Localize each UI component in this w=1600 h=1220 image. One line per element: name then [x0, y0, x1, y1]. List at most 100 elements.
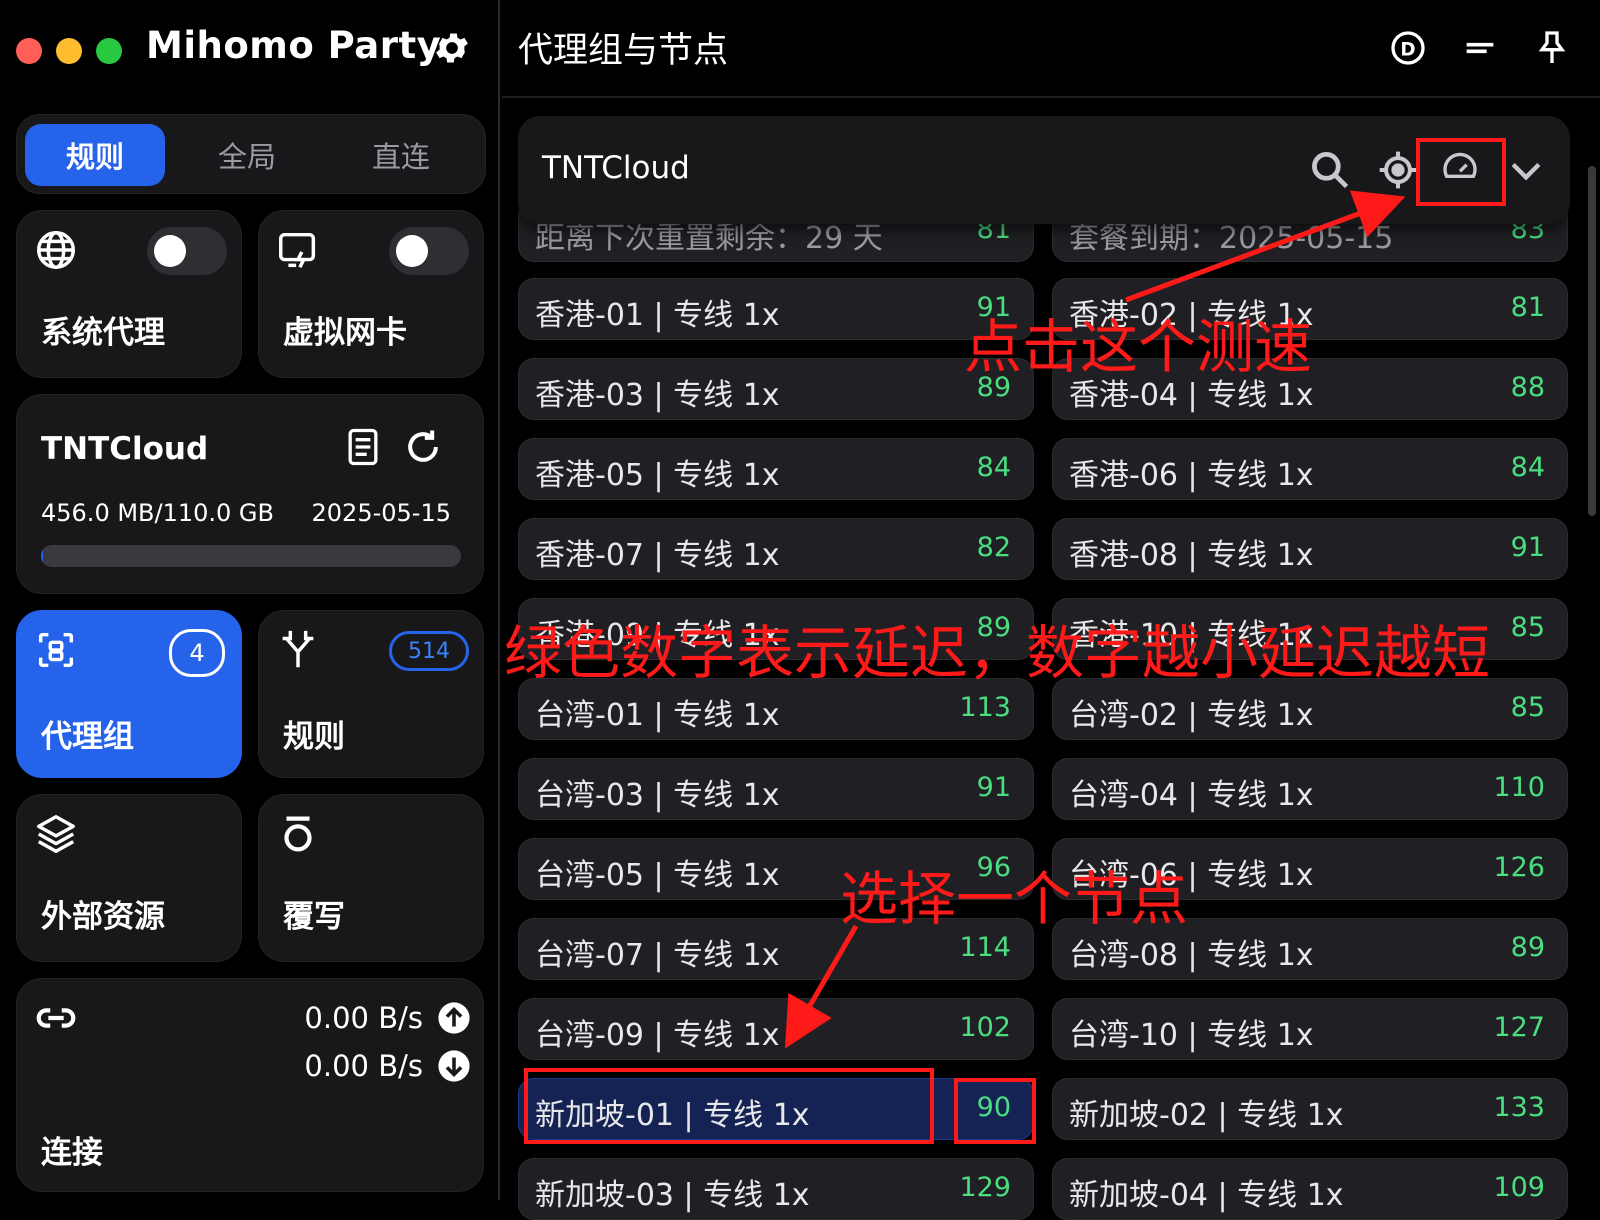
locate-icon[interactable] — [1376, 148, 1420, 192]
proxy-node[interactable]: 香港-03 | 专线 1x 89 — [518, 358, 1034, 420]
annotation-latency: 绿色数字表示延迟，数字越小延迟越短 — [504, 619, 1491, 687]
proxy-node[interactable]: 新加坡-03 | 专线 1x 129 — [518, 1158, 1034, 1220]
link-icon — [36, 1008, 76, 1028]
node-delay[interactable]: 81 — [1511, 292, 1545, 323]
node-name: 香港-06 | 专线 1x — [1069, 458, 1314, 493]
proxy-node[interactable]: 台湾-04 | 专线 1x 110 — [1052, 758, 1568, 820]
proxy-node[interactable]: 台湾-09 | 专线 1x 102 — [518, 998, 1034, 1060]
node-delay[interactable]: 84 — [977, 452, 1011, 483]
node-name: 香港-01 | 专线 1x — [535, 298, 780, 333]
node-name: 新加坡-03 | 专线 1x — [535, 1178, 810, 1213]
mode-tab-direct[interactable]: 直连 — [331, 124, 471, 186]
proxy-group-header[interactable]: TNTCloud — [518, 116, 1570, 224]
gear-icon[interactable] — [432, 28, 472, 68]
node-name: 台湾-09 | 专线 1x — [535, 1018, 780, 1053]
refresh-icon[interactable] — [401, 425, 445, 469]
node-delay[interactable]: 85 — [1511, 612, 1545, 643]
proxy-node[interactable]: 香港-07 | 专线 1x 82 — [518, 518, 1034, 580]
minimize-window-button[interactable] — [56, 38, 82, 64]
close-window-button[interactable] — [16, 38, 42, 64]
node-delay[interactable]: 102 — [959, 1012, 1011, 1043]
system-proxy-card[interactable]: 系统代理 — [16, 210, 242, 378]
zoom-window-button[interactable] — [96, 38, 122, 64]
annotation-select: 选择一个节点 — [840, 865, 1189, 933]
node-delay[interactable]: 110 — [1493, 772, 1545, 803]
app-title: Mihomo Party — [146, 24, 442, 67]
group-name: TNTCloud — [542, 150, 690, 186]
tun-card[interactable]: 虚拟网卡 — [258, 210, 484, 378]
node-name: 台湾-08 | 专线 1x — [1069, 938, 1314, 973]
node-delay[interactable]: 127 — [1493, 1012, 1545, 1043]
node-delay[interactable]: 85 — [1511, 692, 1545, 723]
proxy-node[interactable]: 台湾-03 | 专线 1x 91 — [518, 758, 1034, 820]
proxy-node[interactable]: 香港-06 | 专线 1x 84 — [1052, 438, 1568, 500]
node-delay[interactable]: 84 — [1511, 452, 1545, 483]
chevron-down-icon[interactable] — [1504, 148, 1548, 192]
tun-label: 虚拟网卡 — [283, 315, 407, 351]
profile-usage: 456.0 MB/110.0 GB — [41, 499, 274, 527]
tun-toggle[interactable] — [389, 227, 469, 275]
mode-switcher: 规则 全局 直连 — [16, 114, 486, 194]
annotation-speedtest: 点击这个测速 — [964, 313, 1313, 381]
override-label: 覆写 — [283, 899, 345, 935]
node-delay[interactable]: 91 — [977, 772, 1011, 803]
mode-tab-global[interactable]: 全局 — [177, 124, 317, 186]
layers-icon — [37, 815, 75, 853]
profile-name: TNTCloud — [41, 431, 209, 467]
rules-label: 规则 — [283, 719, 345, 755]
proxy-node[interactable]: 香港-01 | 专线 1x 91 — [518, 278, 1034, 340]
upload-speed: 0.00 B/s — [304, 1001, 423, 1035]
speedtest-highlight — [1416, 138, 1506, 206]
proxy-node[interactable]: 台湾-10 | 专线 1x 127 — [1052, 998, 1568, 1060]
proxy-node[interactable]: 香港-08 | 专线 1x 91 — [1052, 518, 1568, 580]
header-divider — [502, 96, 1600, 98]
node-name: 台湾-07 | 专线 1x — [535, 938, 780, 973]
globe-icon — [37, 231, 75, 269]
search-icon[interactable] — [1308, 148, 1352, 192]
node-name: 香港-05 | 专线 1x — [535, 458, 780, 493]
node-delay[interactable]: 133 — [1493, 1092, 1545, 1123]
sort-icon[interactable] — [1460, 28, 1500, 68]
nav-connections[interactable]: 0.00 B/s 0.00 B/s 连接 — [16, 978, 484, 1192]
proxy-groups-label: 代理组 — [41, 719, 134, 755]
direct-mode-icon[interactable]: D — [1388, 28, 1428, 68]
node-name: 香港-03 | 专线 1x — [535, 378, 780, 413]
document-icon[interactable] — [341, 425, 385, 469]
node-delay[interactable]: 82 — [977, 532, 1011, 563]
scrollbar[interactable] — [1588, 166, 1596, 516]
mode-tab-rule[interactable]: 规则 — [25, 124, 165, 186]
node-name: 台湾-05 | 专线 1x — [535, 858, 780, 893]
proxy-node[interactable]: 新加坡-04 | 专线 1x 109 — [1052, 1158, 1568, 1220]
nav-rules[interactable]: 514 规则 — [258, 610, 484, 778]
node-delay[interactable]: 89 — [1511, 932, 1545, 963]
proxy-node[interactable]: 香港-05 | 专线 1x 84 — [518, 438, 1034, 500]
nav-resources[interactable]: 外部资源 — [16, 794, 242, 962]
pin-icon[interactable] — [1532, 28, 1572, 68]
node-delay[interactable]: 114 — [959, 932, 1011, 963]
node-name: 香港-07 | 专线 1x — [535, 538, 780, 573]
node-name: 台湾-03 | 专线 1x — [535, 778, 780, 813]
node-name: 台湾-02 | 专线 1x — [1069, 698, 1314, 733]
sidebar: Mihomo Party 规则 全局 直连 系统代理 虚拟网卡 TNTCloud… — [0, 0, 500, 1200]
arrow-up-icon — [438, 1002, 470, 1034]
node-name: 台湾-10 | 专线 1x — [1069, 1018, 1314, 1053]
node-delay[interactable]: 129 — [959, 1172, 1011, 1203]
system-proxy-toggle[interactable] — [147, 227, 227, 275]
nav-override[interactable]: 覆写 — [258, 794, 484, 962]
fork-icon — [282, 630, 314, 668]
proxy-node[interactable]: 新加坡-02 | 专线 1x 133 — [1052, 1078, 1568, 1140]
node-delay[interactable]: 109 — [1493, 1172, 1545, 1203]
node-delay[interactable]: 88 — [1511, 372, 1545, 403]
node-name: 新加坡-02 | 专线 1x — [1069, 1098, 1344, 1133]
rules-count: 514 — [389, 631, 469, 671]
node-delay[interactable]: 113 — [959, 692, 1011, 723]
profile-card[interactable]: TNTCloud 456.0 MB/110.0 GB 2025-05-15 — [16, 394, 484, 594]
system-proxy-label: 系统代理 — [41, 315, 165, 351]
override-icon — [284, 816, 312, 852]
page-title: 代理组与节点 — [518, 31, 729, 71]
usage-progress-bar — [41, 545, 461, 567]
node-delay[interactable]: 91 — [1511, 532, 1545, 563]
nav-proxy-groups[interactable]: 4 代理组 — [16, 610, 242, 778]
node-delay[interactable]: 126 — [1493, 852, 1545, 883]
svg-text:D: D — [1400, 40, 1415, 61]
